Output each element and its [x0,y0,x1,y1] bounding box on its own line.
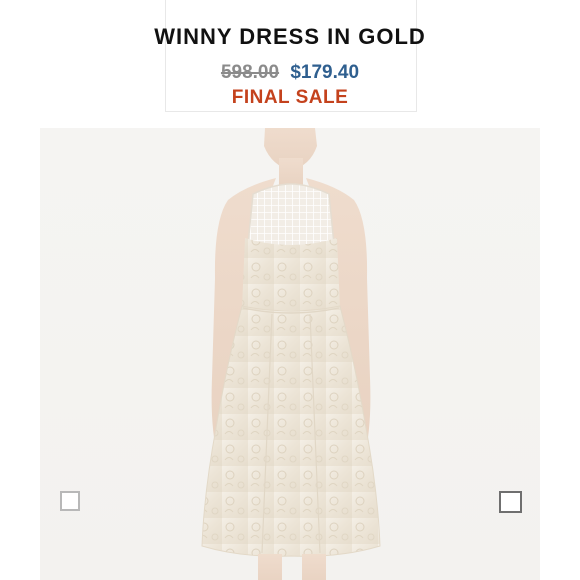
dress-model-image [201,128,381,580]
sale-price: $179.40 [290,62,360,83]
product-photo[interactable] [40,128,540,580]
original-price: 598.00 [220,62,280,83]
final-sale-label: FINAL SALE [231,87,349,108]
price-row: 598.00 $179.40 [0,62,580,84]
product-page: WINNY DRESS IN GOLD 598.00 $179.40 FINAL… [0,0,580,580]
product-title: WINNY DRESS IN GOLD [154,24,426,49]
color-swatch-right[interactable] [499,491,522,513]
color-swatch-left[interactable] [60,491,80,511]
